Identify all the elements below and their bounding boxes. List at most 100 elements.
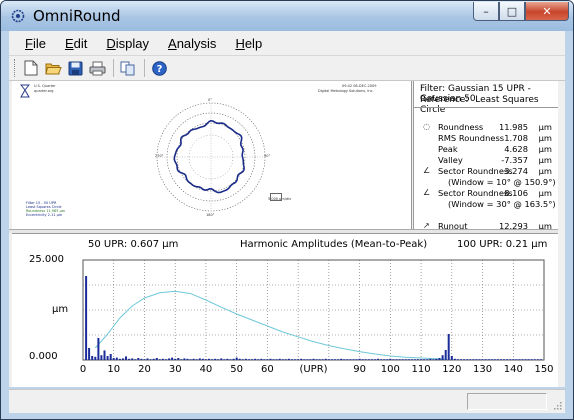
polar-axis-label-top: 0° bbox=[208, 98, 212, 102]
window-title: OmniRound bbox=[33, 7, 121, 25]
svg-text:?: ? bbox=[156, 64, 162, 75]
harmonic-bar bbox=[475, 359, 478, 360]
harmonic-bar bbox=[155, 358, 158, 360]
harmonic-bar bbox=[444, 350, 447, 360]
harmonic-bar bbox=[168, 358, 171, 360]
harmonic-chart-view[interactable]: 50 UPR: 0.607 µm Harmonic Amplitudes (Me… bbox=[12, 233, 558, 387]
harmonic-bar bbox=[180, 359, 183, 360]
harmonic-bar bbox=[244, 358, 247, 360]
menu-help-accel: H bbox=[235, 35, 245, 51]
harmonic-bar bbox=[456, 359, 459, 360]
harmonic-bar bbox=[100, 355, 103, 360]
harmonic-bar bbox=[420, 359, 423, 360]
harmonic-bar bbox=[254, 358, 257, 360]
x-tick-label: 130 bbox=[473, 364, 492, 375]
valley-unit: µm bbox=[538, 155, 552, 165]
harmonic-bar bbox=[407, 359, 410, 360]
help-button[interactable]: ? bbox=[149, 58, 169, 78]
results-panel[interactable]: Filter: Gaussian 15 UPR - Gaussian 50 Re… bbox=[413, 81, 559, 231]
harmonic-bar bbox=[321, 359, 324, 360]
sector-roundness-1-label: Sector Roundness bbox=[438, 166, 513, 176]
polar-axis-label-left: 270° bbox=[155, 154, 164, 158]
title-bar[interactable]: OmniRound – □ ✕ bbox=[1, 1, 573, 31]
menu-help-label: elp bbox=[244, 35, 263, 51]
harmonic-bar bbox=[441, 355, 444, 360]
harmonic-bar bbox=[208, 358, 210, 360]
open-button[interactable] bbox=[43, 58, 63, 78]
x-tick-label: 110 bbox=[412, 364, 431, 375]
sector-roundness-2-label: Sector Roundness bbox=[438, 188, 513, 198]
rms-roundness-label: RMS Roundness bbox=[438, 133, 505, 143]
polar-axis-label-right: 90° bbox=[264, 154, 271, 158]
menu-file-label: ile bbox=[32, 35, 46, 51]
harmonic-bar bbox=[263, 359, 266, 360]
roundness-label: Roundness bbox=[438, 122, 484, 132]
harmonic-bar bbox=[137, 358, 140, 360]
sector-roundness-1-unit: µm bbox=[538, 166, 552, 176]
menu-file[interactable]: File bbox=[25, 36, 46, 51]
save-button[interactable] bbox=[65, 58, 85, 78]
harmonic-bar bbox=[303, 359, 306, 360]
minimize-button[interactable]: – bbox=[473, 2, 499, 21]
print-icon bbox=[89, 61, 105, 75]
harmonic-bar bbox=[358, 358, 361, 360]
harmonic-bar bbox=[401, 359, 404, 360]
menu-display-accel: D bbox=[106, 35, 116, 51]
toolbar-grip[interactable] bbox=[14, 59, 17, 77]
menu-display[interactable]: Display bbox=[106, 36, 149, 51]
polar-axis-label-bottom: 180° bbox=[206, 213, 215, 217]
menu-edit[interactable]: Edit bbox=[65, 36, 87, 51]
menu-analysis[interactable]: Analysis bbox=[168, 36, 216, 51]
app-window: OmniRound – □ ✕ File Edit Display Analys… bbox=[0, 0, 574, 420]
new-button[interactable] bbox=[21, 58, 41, 78]
report-view[interactable]: U.S. Quarter quarter.org 09:42 08-DEC-20… bbox=[12, 81, 412, 229]
harmonic-bar bbox=[85, 276, 88, 360]
harmonic-bar bbox=[370, 359, 373, 360]
filter-label: Filter: bbox=[420, 84, 446, 94]
harmonic-bar bbox=[118, 358, 121, 360]
harmonic-bar bbox=[312, 358, 315, 360]
harmonic-bar bbox=[232, 358, 235, 360]
harmonic-bar bbox=[103, 350, 106, 360]
harmonic-bar bbox=[463, 359, 466, 360]
harmonic-bar bbox=[380, 359, 383, 360]
menu-help[interactable]: Help bbox=[235, 36, 262, 51]
save-disk-icon bbox=[68, 61, 82, 75]
harmonic-bar bbox=[91, 356, 94, 360]
x-tick-label: 20 bbox=[138, 364, 151, 375]
x-tick-label: 10 bbox=[107, 364, 120, 375]
scale-box bbox=[270, 193, 282, 201]
harmonic-bar bbox=[450, 356, 453, 360]
harmonic-bar bbox=[204, 359, 207, 360]
harmonic-bar bbox=[398, 359, 401, 360]
harmonic-bar bbox=[309, 359, 312, 360]
minimize-icon: – bbox=[483, 4, 489, 18]
valley-value: -7.357 bbox=[501, 155, 528, 165]
reference-label: Reference: bbox=[420, 95, 469, 105]
harmonic-bar bbox=[496, 359, 499, 360]
company-subtitle: quarter.org bbox=[34, 89, 54, 93]
harmonic-bar bbox=[217, 359, 220, 360]
company-logo-icon bbox=[20, 84, 30, 98]
toolbar-separator bbox=[113, 59, 114, 77]
harmonic-bar bbox=[158, 359, 161, 360]
harmonic-bar bbox=[337, 359, 340, 360]
roundness-circle-icon: ◌ bbox=[423, 122, 430, 131]
report-note-line-4: Eccentricity 2.11 µm bbox=[26, 213, 63, 217]
report-timestamp: 09:42 08-DEC-2009 bbox=[342, 84, 377, 88]
harmonic-bar bbox=[361, 359, 364, 360]
report-publisher: Digital Metrology Solutions, Inc. bbox=[318, 89, 374, 93]
copy-button[interactable] bbox=[118, 58, 138, 78]
maximize-button[interactable]: □ bbox=[499, 2, 525, 21]
harmonic-bar bbox=[238, 358, 241, 360]
harmonic-bar bbox=[527, 359, 530, 360]
maximize-icon: □ bbox=[506, 4, 518, 18]
close-button[interactable]: ✕ bbox=[525, 2, 569, 21]
harmonic-bar bbox=[198, 358, 201, 360]
print-button[interactable] bbox=[87, 58, 107, 78]
harmonic-bar bbox=[478, 359, 481, 360]
resize-grip-icon[interactable] bbox=[552, 400, 562, 410]
valley-label: Valley bbox=[438, 155, 463, 165]
right-frame bbox=[558, 81, 565, 387]
harmonic-bar bbox=[481, 359, 484, 360]
